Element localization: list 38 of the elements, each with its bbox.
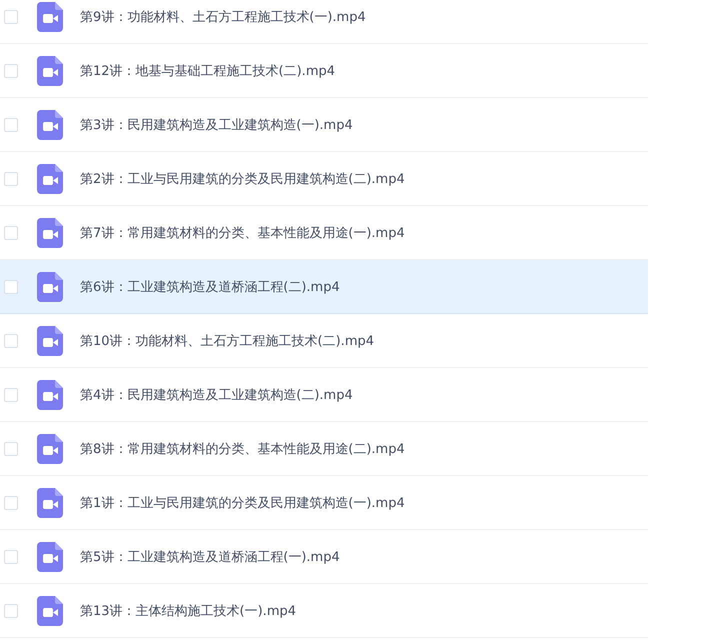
checkbox[interactable] (4, 172, 18, 186)
file-name: 第8讲：常用建筑材料的分类、基本性能及用途(二).mp4 (80, 440, 405, 458)
video-file-icon (37, 164, 63, 194)
file-name: 第7讲：常用建筑材料的分类、基本性能及用途(一).mp4 (80, 224, 405, 242)
checkbox[interactable] (4, 388, 18, 402)
file-name: 第1讲：工业与民用建筑的分类及民用建筑构造(一).mp4 (80, 494, 405, 512)
file-name: 第4讲：民用建筑构造及工业建筑构造(二).mp4 (80, 386, 353, 404)
file-name: 第2讲：工业与民用建筑的分类及民用建筑构造(二).mp4 (80, 170, 405, 188)
file-row[interactable]: 第9讲：功能材料、土石方工程施工技术(一).mp4 (0, 0, 648, 44)
file-name: 第12讲：地基与基础工程施工技术(二).mp4 (80, 62, 336, 80)
video-file-icon (37, 380, 63, 410)
checkbox[interactable] (4, 442, 18, 456)
checkbox[interactable] (4, 118, 18, 132)
checkbox[interactable] (4, 280, 18, 294)
file-name: 第6讲：工业建筑构造及道桥涵工程(二).mp4 (80, 278, 340, 296)
checkbox[interactable] (4, 604, 18, 618)
file-name: 第10讲：功能材料、土石方工程施工技术(二).mp4 (80, 332, 374, 350)
checkbox[interactable] (4, 226, 18, 240)
checkbox[interactable] (4, 334, 18, 348)
checkbox[interactable] (4, 496, 18, 510)
video-file-icon (37, 488, 63, 518)
video-file-icon (37, 596, 63, 626)
checkbox[interactable] (4, 10, 18, 24)
file-name: 第13讲：主体结构施工技术(一).mp4 (80, 602, 296, 620)
video-file-icon (37, 2, 63, 32)
file-name: 第5讲：工业建筑构造及道桥涵工程(一).mp4 (80, 548, 340, 566)
video-file-icon (37, 272, 63, 302)
video-file-icon (37, 434, 63, 464)
file-name: 第9讲：功能材料、土石方工程施工技术(一).mp4 (80, 8, 366, 26)
video-file-icon (37, 56, 63, 86)
video-file-icon (37, 326, 63, 356)
file-row[interactable]: 第6讲：工业建筑构造及道桥涵工程(二).mp4 (0, 260, 648, 314)
video-file-icon (37, 218, 63, 248)
checkbox[interactable] (4, 64, 18, 78)
video-file-icon (37, 110, 63, 140)
video-file-icon (37, 542, 63, 572)
checkbox[interactable] (4, 550, 18, 564)
file-name: 第3讲：民用建筑构造及工业建筑构造(一).mp4 (80, 116, 353, 134)
